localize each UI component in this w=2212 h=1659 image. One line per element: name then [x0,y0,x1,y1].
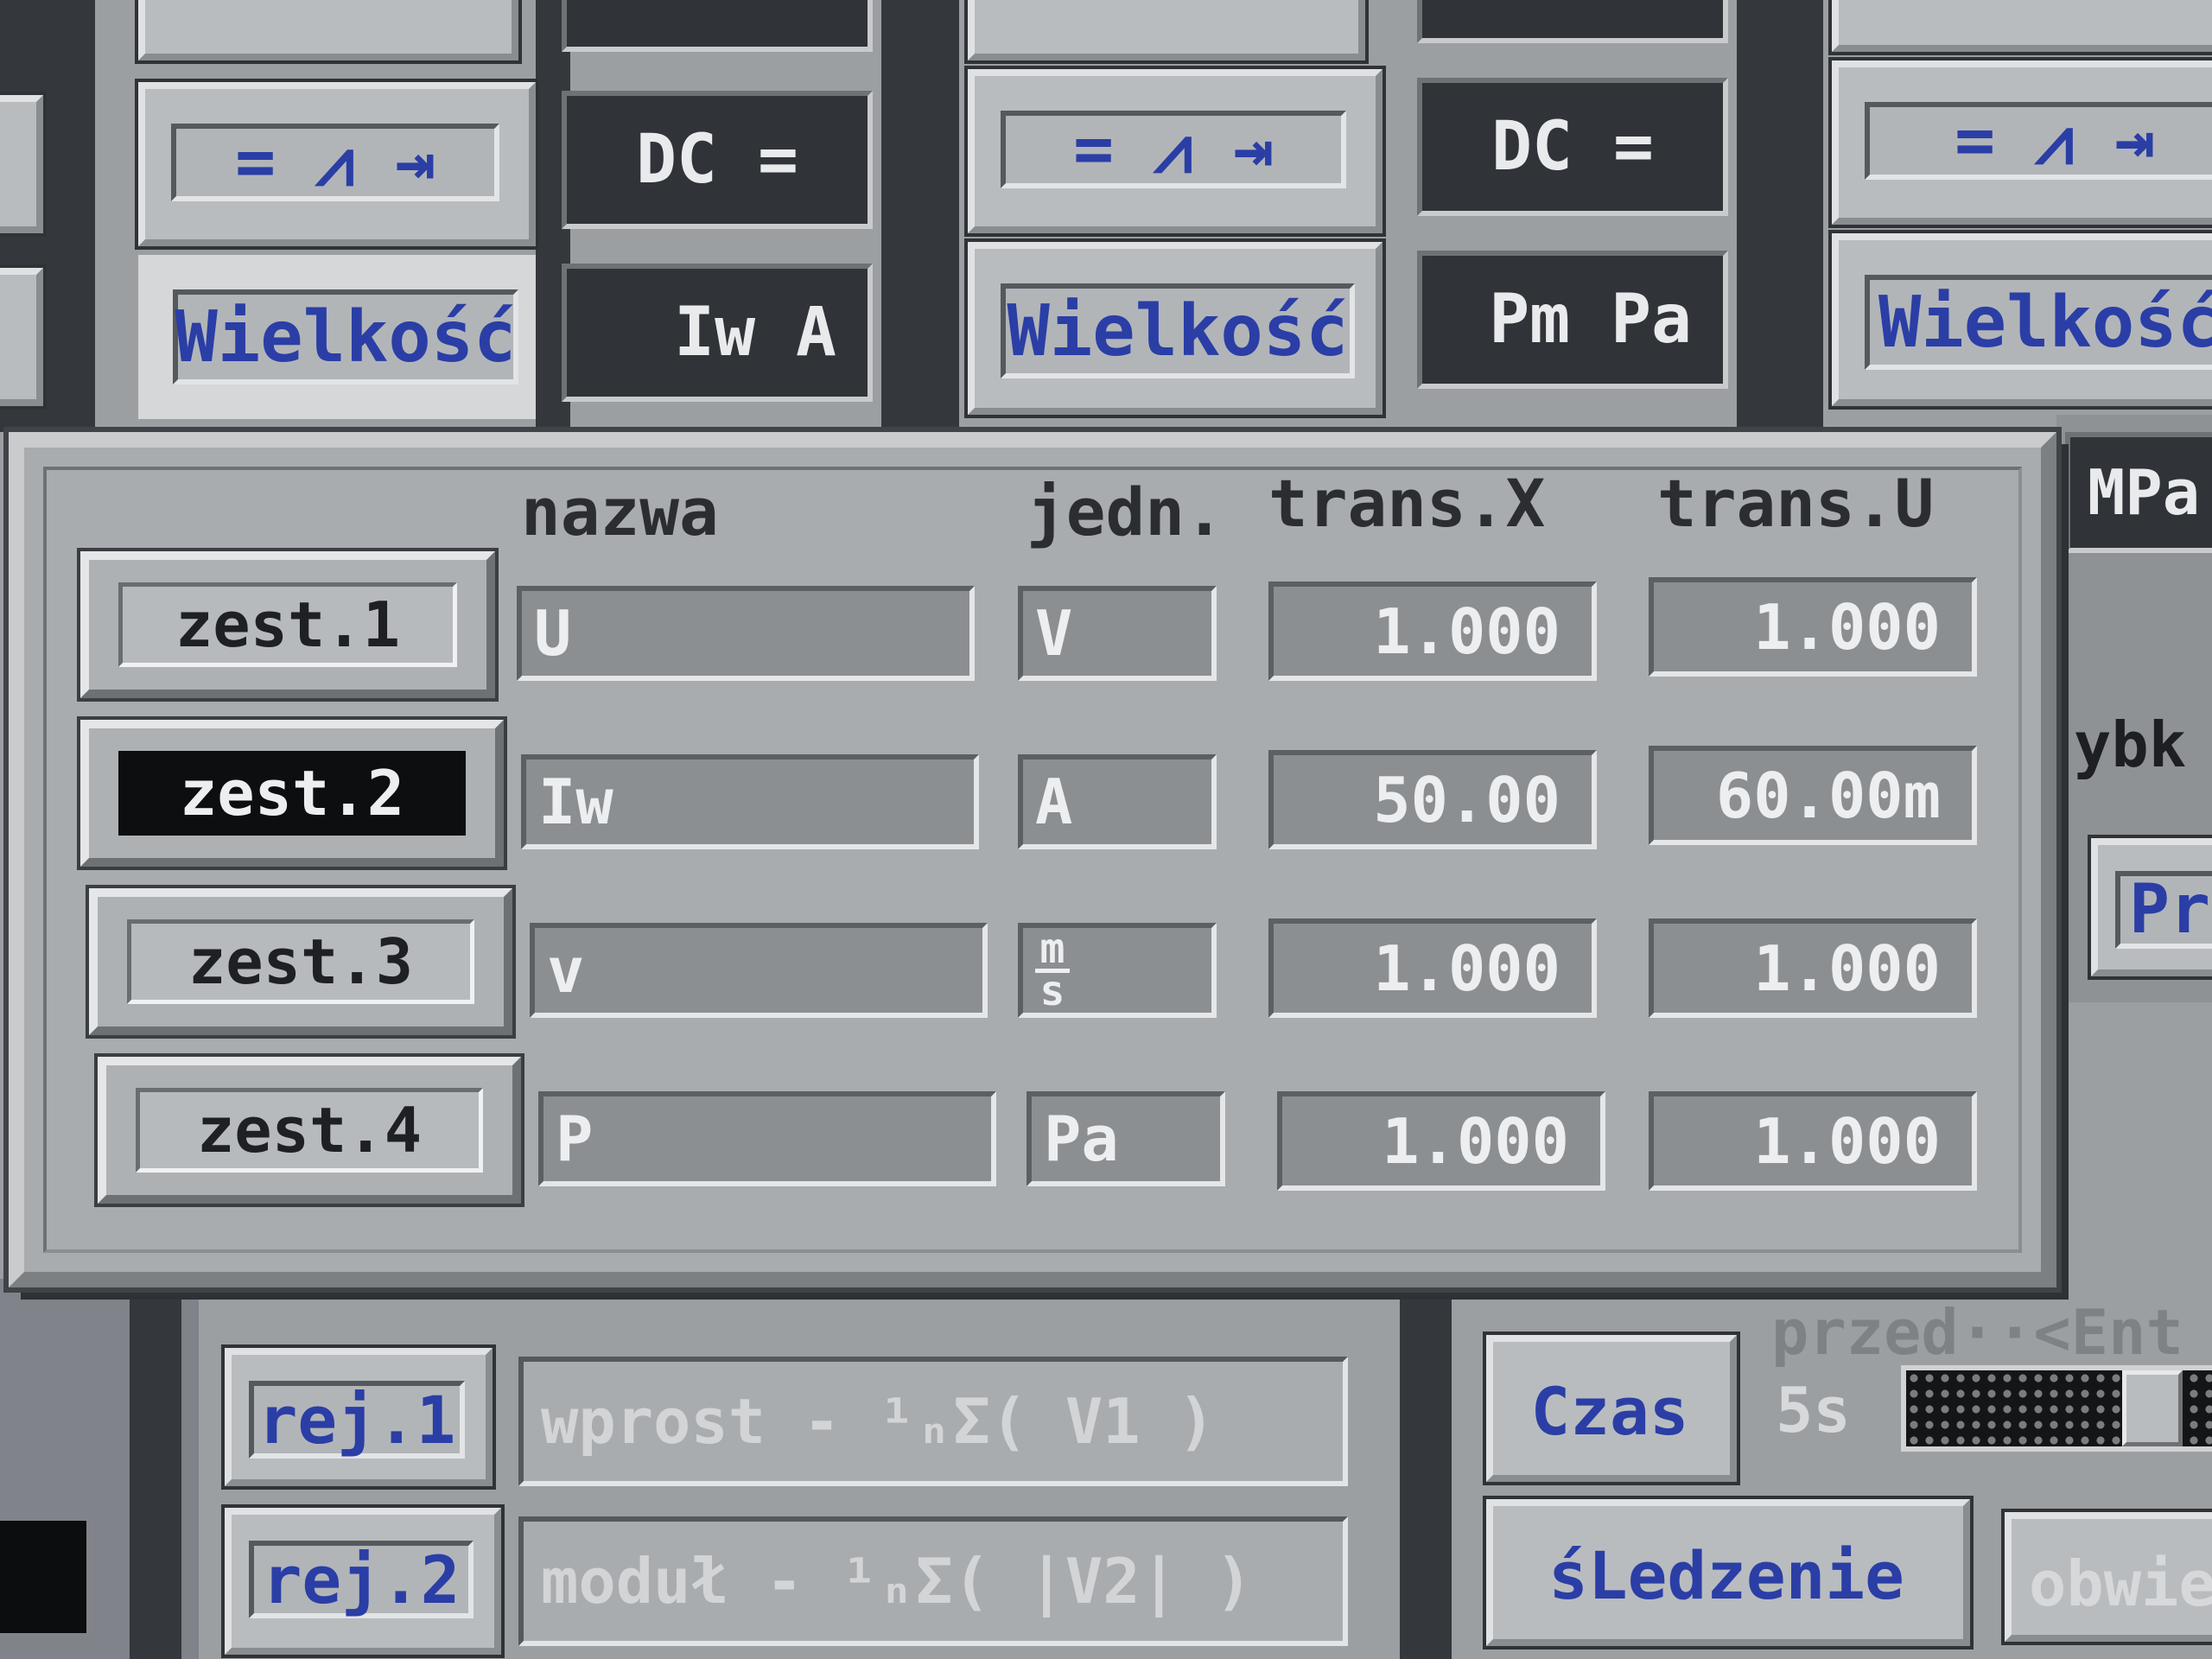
transu-field-4[interactable]: 1.000 [1649,1091,1977,1191]
name-field-3[interactable]: v [530,923,988,1018]
bottom-separator [1400,1279,1452,1659]
unit-fraction-ms: m s [1035,925,1070,1015]
set-label-1: zest.1 [118,582,457,667]
rej2-button[interactable]: rej.2 [225,1508,501,1655]
rej1-label: rej.1 [249,1381,465,1459]
sledzenie-button[interactable]: śLedzenie [1486,1499,1970,1646]
header-transu: trans.U [1657,465,1935,542]
top-clipped-box-1 [562,0,873,52]
transx-field-1[interactable]: 1.000 [1268,582,1597,681]
wielkosc-label-3: Wielkość [1865,275,2212,370]
set-button-2[interactable]: zest.2 [80,720,504,867]
sledzenie-label: śLedzenie [1548,1536,1904,1614]
mode-symbols-label-1: = ⩘ ⇥ [235,123,435,201]
pr-label: Pr [2115,871,2212,949]
transx-field-3[interactable]: 1.000 [1268,918,1597,1018]
set-label-4: zest.4 [136,1088,483,1173]
mode-symbols-3[interactable]: = ⩘ ⇥ [1865,102,2212,180]
mode-symbols-label-2: = ⩘ ⇥ [1073,110,1274,188]
set-button-3[interactable]: zest.3 [89,888,512,1035]
wielkosc-tab-3[interactable]: Wielkość [1832,233,2212,406]
dc-mode-2[interactable]: DC = [1417,78,1728,216]
top-clipped-button-1[interactable] [138,0,518,60]
mode-symbols-label-3: = ⩘ ⇥ [1955,101,2155,180]
czas-button[interactable]: Czas [1486,1335,1737,1482]
column-separator-2 [881,0,959,432]
unit-numerator: m [1039,925,1065,974]
ybk-label: ybk [2074,709,2187,781]
mode-symbols-2[interactable]: = ⩘ ⇥ [1001,111,1346,188]
unit-field-2[interactable]: A [1018,754,1217,849]
column-separator-3 [1737,0,1823,432]
wielkosc-label-1: Wielkość [173,289,518,385]
transu-field-1[interactable]: 1.000 [1649,577,1977,677]
pr-button[interactable]: Pr [2091,838,2212,976]
time-slider[interactable] [1901,1365,2212,1452]
rej2-label: rej.2 [249,1541,474,1618]
mpa-value: MPa [2065,432,2212,553]
czas-label: Czas [1530,1372,1689,1450]
unit-field-1[interactable]: V [1018,586,1217,681]
unit-denominator: s [1039,966,1065,1015]
unit-field-3[interactable]: m s [1018,923,1217,1018]
wielkosc-label-2: Wielkość [1001,283,1355,378]
header-transx: trans.X [1268,465,1546,542]
left-edge-button-2[interactable] [0,268,43,406]
mode-selector-3[interactable]: = ⩘ ⇥ [1832,60,2212,225]
bottom-left-dark [0,1521,86,1633]
transu-field-2[interactable]: 60.00m [1649,746,1977,845]
name-field-2[interactable]: Iw [521,754,979,849]
time-value: 5s [1776,1374,1851,1446]
dataset-dialog: nazwa jedn. trans.X trans.U zest.1 U V 1… [9,432,2056,1287]
rej2-formula[interactable]: moduł - ¹ₙΣ( |V2| ) [518,1516,1348,1646]
header-name: nazwa [521,474,719,550]
set-button-1[interactable]: zest.1 [80,551,495,698]
name-field-4[interactable]: P [538,1091,996,1186]
header-unit: jedn. [1027,474,1224,550]
obwi-label: obwie [2029,1548,2212,1620]
mode-selector-1[interactable]: = ⩘ ⇥ [138,82,536,246]
dc-mode-1[interactable]: DC = [562,91,873,229]
wielkosc-tab-1[interactable]: Wielkość [138,255,536,419]
quantity-value-1[interactable]: Iw A [562,264,873,402]
top-clipped-button-2[interactable] [968,0,1365,60]
transx-field-4[interactable]: 1.000 [1277,1091,1605,1191]
obwi-button[interactable]: obwie [2005,1512,2212,1642]
mode-symbols-1[interactable]: = ⩘ ⇥ [171,124,499,201]
transx-field-2[interactable]: 50.00 [1268,750,1597,849]
rej1-button[interactable]: rej.1 [225,1348,493,1486]
set-label-3: zest.3 [127,919,474,1004]
set-label-2: zest.2 [118,751,466,836]
name-field-1[interactable]: U [517,586,975,681]
mode-selector-2[interactable]: = ⩘ ⇥ [968,69,1382,233]
top-clipped-box-2 [1417,0,1728,43]
rej1-formula[interactable]: wprost - ¹ₙΣ( V1 ) [518,1357,1348,1486]
przed-label: przed··<Ent [1771,1296,2183,1369]
unit-field-4[interactable]: Pa [1027,1091,1225,1186]
bottom-separator-left [130,1279,181,1659]
set-button-4[interactable]: zest.4 [98,1057,521,1204]
quantity-value-2[interactable]: Pm Pa [1417,251,1728,389]
wielkosc-tab-2[interactable]: Wielkość [968,242,1382,415]
transu-field-3[interactable]: 1.000 [1649,918,1977,1018]
left-edge-button[interactable] [0,95,43,233]
top-clipped-button-3[interactable] [1832,0,2212,52]
slider-handle[interactable] [2122,1370,2183,1446]
